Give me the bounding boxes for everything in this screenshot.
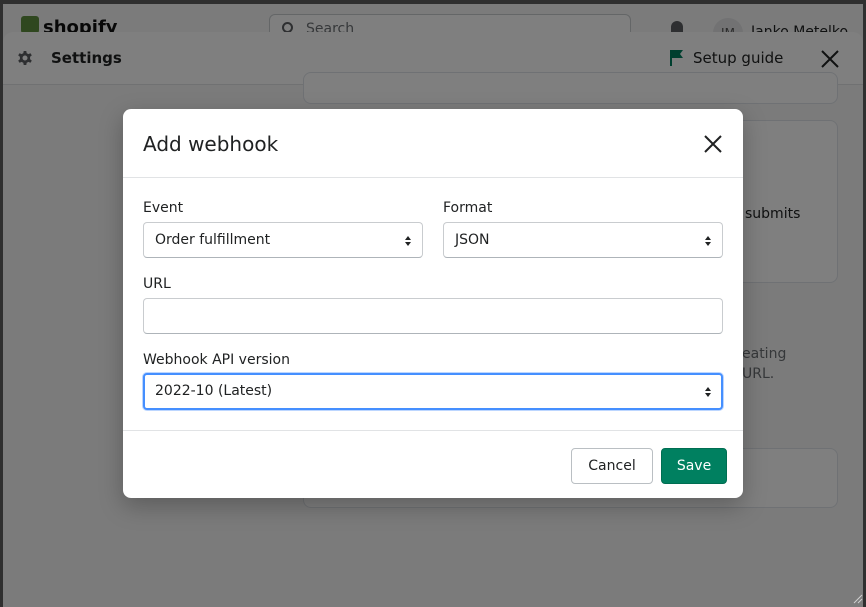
modal-header: Add webhook bbox=[123, 109, 743, 178]
close-icon[interactable] bbox=[701, 132, 725, 156]
select-arrows-icon bbox=[705, 387, 711, 397]
url-input[interactable] bbox=[143, 298, 723, 334]
modal-footer: Cancel Save bbox=[123, 430, 743, 498]
event-label: Event bbox=[143, 200, 184, 216]
select-arrows-icon bbox=[705, 236, 711, 246]
event-select[interactable]: Order fulfillment bbox=[143, 222, 423, 258]
format-select[interactable]: JSON bbox=[443, 222, 723, 258]
modal-title: Add webhook bbox=[143, 132, 279, 156]
add-webhook-modal: Add webhook Event Order fulfillment Form… bbox=[123, 109, 743, 498]
save-button[interactable]: Save bbox=[661, 448, 727, 484]
resize-grip-icon[interactable] bbox=[851, 592, 863, 604]
api-version-label: Webhook API version bbox=[143, 352, 290, 368]
url-label: URL bbox=[143, 276, 171, 292]
format-value: JSON bbox=[455, 232, 490, 248]
format-label: Format bbox=[443, 200, 493, 216]
api-version-select[interactable]: 2022-10 (Latest) bbox=[143, 373, 723, 410]
cancel-button[interactable]: Cancel bbox=[571, 448, 653, 484]
api-version-value: 2022-10 (Latest) bbox=[155, 383, 273, 399]
event-value: Order fulfillment bbox=[155, 232, 271, 248]
select-arrows-icon bbox=[405, 236, 411, 246]
